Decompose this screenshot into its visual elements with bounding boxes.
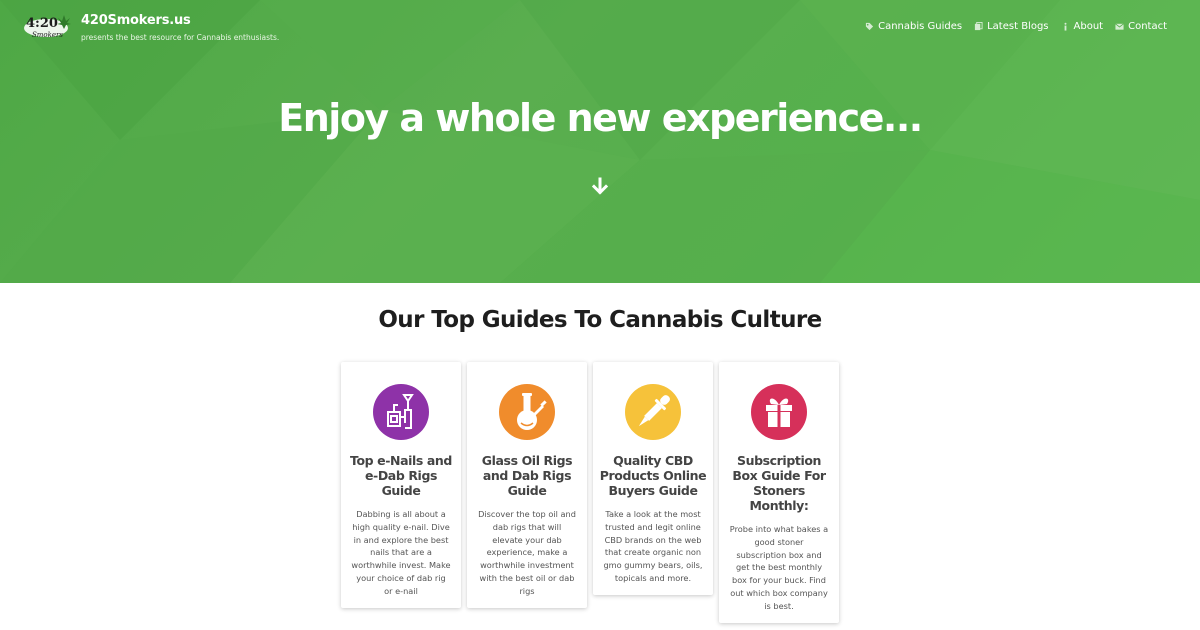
nav-item-label: Contact: [1128, 21, 1167, 32]
info-icon: [1064, 22, 1067, 31]
section-title: Our Top Guides To Cannabis Culture: [378, 307, 822, 333]
site-logo[interactable]: 4:20 Smokers: [22, 12, 72, 40]
site-name[interactable]: 420Smokers.us: [81, 13, 191, 28]
nav-item-cannabis-guides[interactable]: Cannabis Guides: [865, 21, 962, 32]
card-description: Discover the top oil and dab rigs that w…: [478, 509, 576, 596]
card-description: Take a look at the most trusted and legi…: [603, 509, 703, 583]
gift-icon: [751, 384, 807, 440]
svg-text:4:20: 4:20: [26, 16, 58, 31]
arrow-down-icon[interactable]: [590, 177, 610, 197]
envelope-icon: [1115, 23, 1124, 30]
card-title[interactable]: Top e-Nails and e-Dab Rigs Guide: [347, 453, 455, 498]
hero-banner: 4:20 Smokers 420Smokers.us presents the …: [0, 0, 1200, 283]
tag-icon: [865, 22, 874, 31]
nav-item-contact[interactable]: Contact: [1115, 21, 1167, 32]
guide-card-oil-rigs[interactable]: Glass Oil Rigs and Dab Rigs Guide Discov…: [467, 362, 587, 608]
svg-text:Smokers: Smokers: [32, 31, 63, 39]
nav-item-about[interactable]: About: [1061, 21, 1104, 32]
nav-item-latest-blogs[interactable]: Latest Blogs: [974, 21, 1049, 32]
guide-card-subscription-box[interactable]: Subscription Box Guide For Stoners Month…: [719, 362, 839, 623]
card-title[interactable]: Subscription Box Guide For Stoners Month…: [725, 453, 833, 513]
card-description: Dabbing is all about a high quality e-na…: [351, 509, 451, 596]
nav-item-label: About: [1073, 21, 1104, 32]
copy-icon: [975, 22, 983, 31]
enail-icon: [373, 384, 429, 440]
nav-item-label: Latest Blogs: [987, 21, 1049, 32]
card-title[interactable]: Glass Oil Rigs and Dab Rigs Guide: [473, 453, 581, 498]
dropper-icon: [625, 384, 681, 440]
guide-card-enails[interactable]: Top e-Nails and e-Dab Rigs Guide Dabbing…: [341, 362, 461, 608]
site-tagline: presents the best resource for Cannabis …: [81, 33, 280, 42]
guide-card-cbd[interactable]: Quality CBD Products Online Buyers Guide…: [593, 362, 713, 595]
bong-icon: [499, 384, 555, 440]
card-description: Probe into what bakes a good stoner subs…: [729, 524, 829, 611]
main-nav: Cannabis Guides Latest Blogs About Conta…: [865, 21, 1167, 32]
card-title[interactable]: Quality CBD Products Online Buyers Guide: [599, 453, 707, 498]
hero-background-pattern: [0, 0, 1200, 283]
hero-title: Enjoy a whole new experience...: [278, 96, 923, 140]
nav-item-label: Cannabis Guides: [878, 21, 963, 32]
